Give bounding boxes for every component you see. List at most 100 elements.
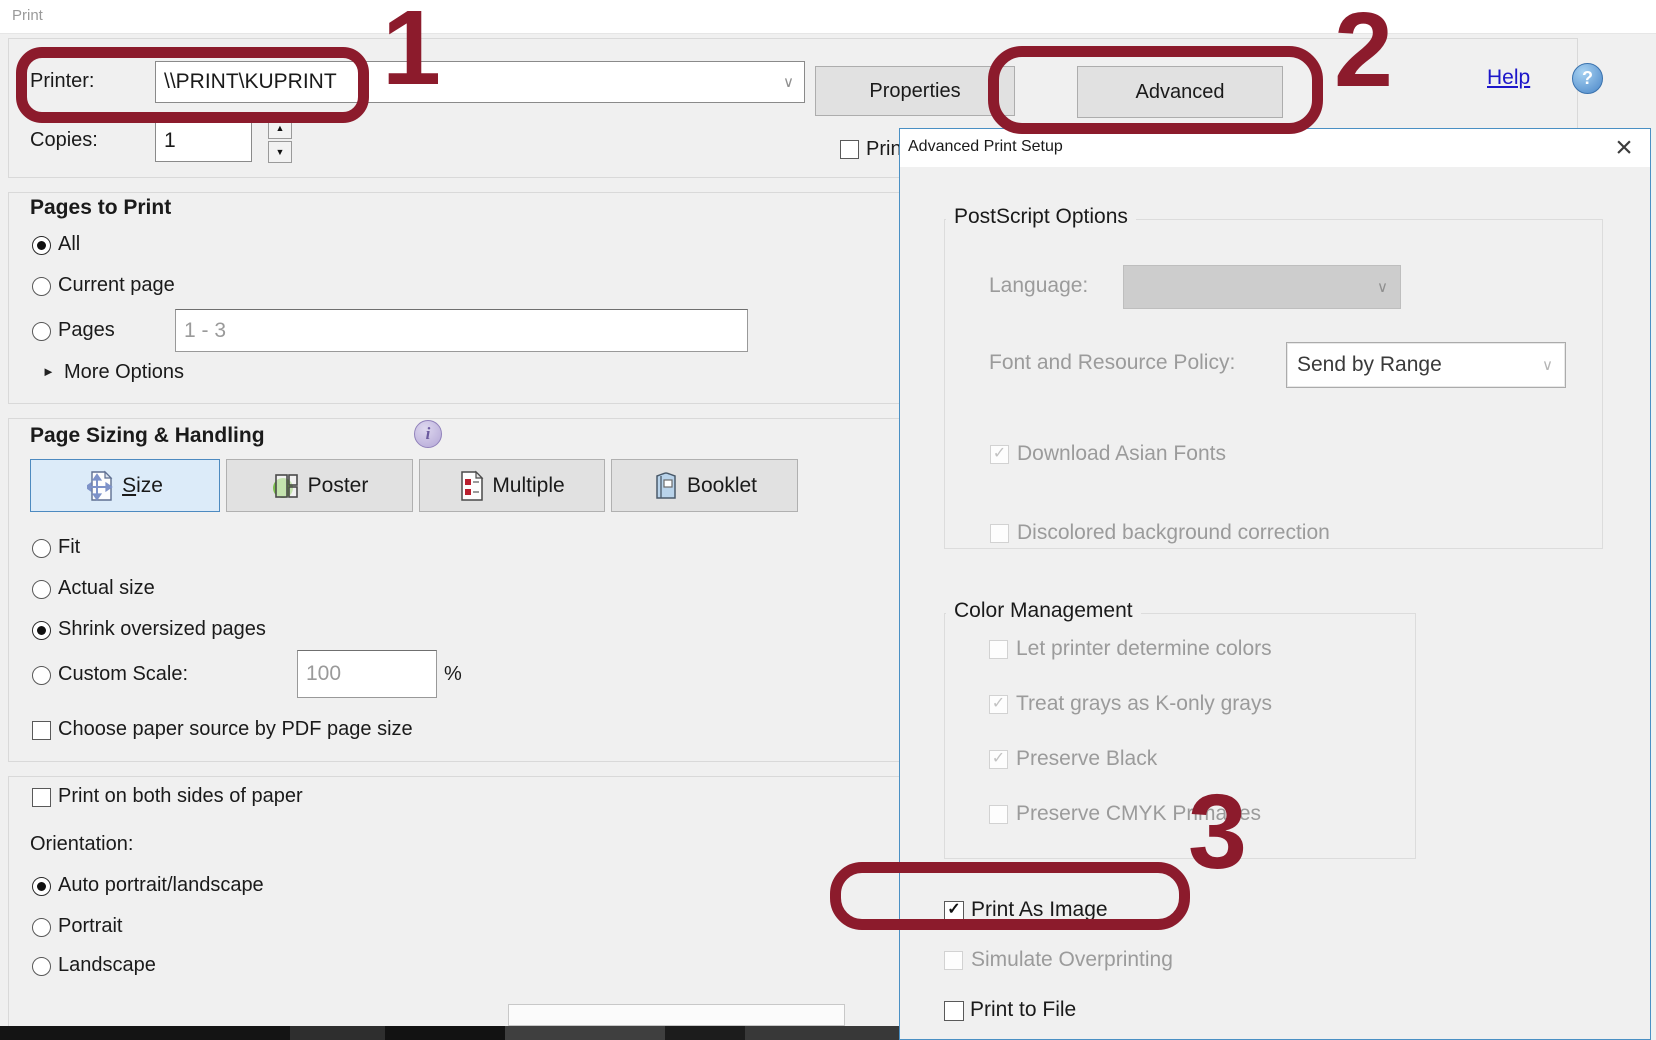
- poster-icon: [271, 471, 301, 501]
- size-button-label: Size: [122, 474, 163, 498]
- radio-all[interactable]: [32, 236, 51, 255]
- print-to-file-checkbox[interactable]: [944, 1001, 964, 1021]
- booklet-button[interactable]: Booklet: [611, 459, 798, 512]
- window-title: Print: [12, 7, 43, 24]
- radio-custom-scale[interactable]: [32, 666, 51, 685]
- radio-actual-size-label: Actual size: [58, 577, 155, 600]
- size-button[interactable]: Size: [30, 459, 220, 512]
- help-link[interactable]: Help: [1487, 66, 1530, 90]
- radio-current-page-label: Current page: [58, 274, 175, 297]
- dialog-title: Advanced Print Setup: [908, 138, 1063, 156]
- copies-value: 1: [164, 129, 176, 153]
- treat-grays-label: Treat grays as K-only grays: [1016, 692, 1272, 716]
- discolored-bg-checkbox: [990, 524, 1009, 543]
- custom-scale-value: 100: [306, 662, 341, 686]
- check-icon: ✓: [993, 446, 1006, 462]
- size-icon: [87, 470, 115, 502]
- percent-label: %: [444, 663, 462, 686]
- close-icon[interactable]: ×: [1606, 131, 1642, 165]
- more-options-arrow-icon: ►: [42, 364, 55, 379]
- download-asian-fonts-label: Download Asian Fonts: [1017, 442, 1226, 466]
- custom-scale-input[interactable]: 100: [297, 650, 437, 698]
- taskbar-segment: [0, 1026, 290, 1040]
- radio-shrink-pages-label: Shrink oversized pages: [58, 618, 266, 641]
- let-printer-colors-label: Let printer determine colors: [1016, 637, 1272, 661]
- radio-landscape-label: Landscape: [58, 954, 156, 977]
- radio-shrink-pages[interactable]: [32, 621, 51, 640]
- paper-source-label: Choose paper source by PDF page size: [58, 718, 413, 741]
- paper-source-checkbox[interactable]: [32, 721, 51, 740]
- discolored-bg-label: Discolored background correction: [1017, 521, 1330, 545]
- radio-fit[interactable]: [32, 539, 51, 558]
- annotation-number-3: 3: [1188, 790, 1247, 875]
- color-management-title: Color Management: [946, 599, 1141, 623]
- postscript-options-title: PostScript Options: [946, 205, 1136, 229]
- annotation-circle-3: [830, 862, 1190, 930]
- multiple-icon: [459, 470, 485, 502]
- taskbar-segment: [665, 1026, 745, 1040]
- page-range-input[interactable]: 1 - 3: [175, 309, 748, 352]
- properties-button[interactable]: Properties: [815, 66, 1015, 116]
- radio-current-page[interactable]: [32, 277, 51, 296]
- grayscale-label-partial: Prin: [866, 138, 902, 161]
- language-dropdown: ∨: [1123, 265, 1401, 309]
- page-range-value: 1 - 3: [184, 319, 226, 343]
- chevron-down-icon: ∨: [1377, 280, 1388, 295]
- language-label: Language:: [989, 274, 1088, 298]
- taskbar-segment: [505, 1026, 665, 1040]
- taskbar-item: [508, 1004, 845, 1026]
- question-glyph: ?: [1582, 68, 1593, 89]
- window-titlebar: [0, 0, 1656, 34]
- radio-actual-size[interactable]: [32, 580, 51, 599]
- poster-button-label: Poster: [308, 474, 369, 498]
- radio-pages-label: Pages: [58, 319, 115, 342]
- copies-decrement-button[interactable]: ▼: [268, 141, 292, 163]
- radio-custom-scale-label: Custom Scale:: [58, 663, 188, 686]
- taskbar-segment: [290, 1026, 385, 1040]
- download-asian-fonts-checkbox: ✓: [990, 445, 1009, 464]
- down-arrow-icon: ▼: [276, 147, 285, 157]
- radio-pages[interactable]: [32, 322, 51, 341]
- multiple-button[interactable]: Multiple: [419, 459, 605, 512]
- copies-label: Copies:: [30, 129, 98, 152]
- annotation-circle-1: [16, 47, 369, 123]
- simulate-overprinting-label: Simulate Overprinting: [971, 948, 1173, 972]
- radio-all-label: All: [58, 233, 80, 256]
- check-icon: ✓: [992, 751, 1005, 767]
- booklet-button-label: Booklet: [687, 474, 757, 498]
- both-sides-label: Print on both sides of paper: [58, 785, 303, 808]
- poster-button[interactable]: Poster: [226, 459, 413, 512]
- info-glyph: i: [426, 424, 431, 444]
- orientation-label: Orientation:: [30, 833, 133, 856]
- annotation-number-2: 2: [1334, 8, 1393, 93]
- radio-fit-label: Fit: [58, 536, 80, 559]
- pages-to-print-title: Pages to Print: [30, 196, 171, 220]
- info-icon[interactable]: i: [414, 420, 442, 448]
- more-options-link[interactable]: More Options: [64, 361, 184, 384]
- print-window: Print Printer: \\PRINT\KUPRINT ∨ Copies:…: [0, 0, 1656, 1040]
- multiple-button-label: Multiple: [492, 474, 564, 498]
- radio-portrait-label: Portrait: [58, 915, 122, 938]
- radio-auto-orientation[interactable]: [32, 877, 51, 896]
- radio-portrait[interactable]: [32, 918, 51, 937]
- page-sizing-title: Page Sizing & Handling: [30, 424, 265, 448]
- treat-grays-checkbox: ✓: [989, 695, 1008, 714]
- font-policy-label: Font and Resource Policy:: [989, 351, 1235, 375]
- grayscale-checkbox[interactable]: [840, 140, 859, 159]
- let-printer-colors-checkbox: [989, 640, 1008, 659]
- chevron-down-icon: ∨: [783, 75, 794, 90]
- booklet-icon: [652, 471, 680, 501]
- font-policy-dropdown: Send by Range ∨: [1286, 342, 1566, 388]
- taskbar-segment: [385, 1026, 505, 1040]
- check-icon: ✓: [992, 696, 1005, 712]
- font-policy-value: Send by Range: [1297, 353, 1442, 377]
- preserve-cmyk-checkbox: [989, 805, 1008, 824]
- help-icon[interactable]: ?: [1572, 63, 1603, 94]
- both-sides-checkbox[interactable]: [32, 788, 51, 807]
- annotation-number-1: 1: [382, 6, 441, 91]
- radio-auto-orientation-label: Auto portrait/landscape: [58, 874, 264, 897]
- preserve-black-label: Preserve Black: [1016, 747, 1157, 771]
- radio-landscape[interactable]: [32, 957, 51, 976]
- copies-input[interactable]: 1: [155, 119, 252, 162]
- chevron-down-icon: ∨: [1542, 358, 1553, 373]
